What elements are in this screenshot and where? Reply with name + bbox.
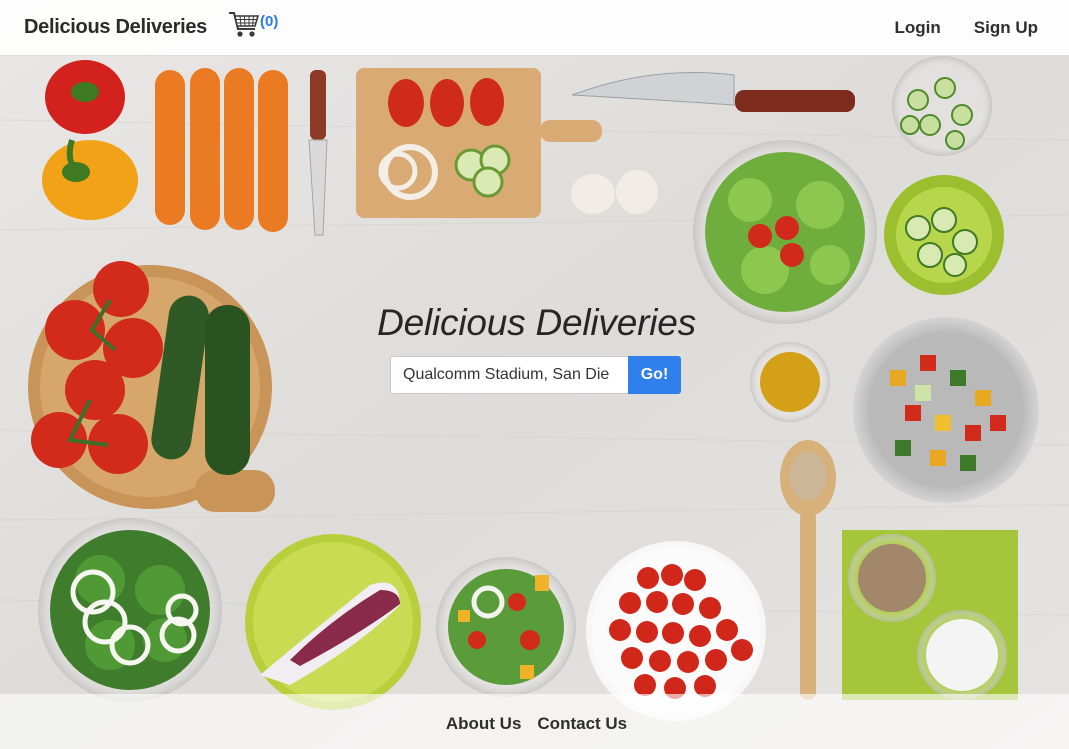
address-search-input[interactable] [390, 356, 628, 394]
login-link[interactable]: Login [895, 18, 941, 38]
go-button[interactable]: Go! [628, 356, 681, 394]
hero-title: Delicious Deliveries [377, 302, 696, 343]
footer: About Us Contact Us [0, 694, 1069, 749]
top-navbar: Delicious Deliveries (0) Login Sign Up [0, 0, 1069, 56]
about-us-link[interactable]: About Us [446, 714, 522, 734]
signup-link[interactable]: Sign Up [974, 18, 1038, 38]
footer-links: About Us Contact Us [0, 714, 1069, 734]
address-search-form: Go! [390, 356, 681, 394]
cart-count[interactable]: (0) [260, 13, 278, 30]
contact-us-link[interactable]: Contact Us [537, 714, 627, 734]
cart-link[interactable]: (0) [228, 10, 278, 40]
nav-auth-links: Login Sign Up [895, 18, 1038, 38]
shopping-cart-icon [229, 12, 260, 37]
brand-logo-link[interactable]: Delicious Deliveries [24, 16, 207, 39]
